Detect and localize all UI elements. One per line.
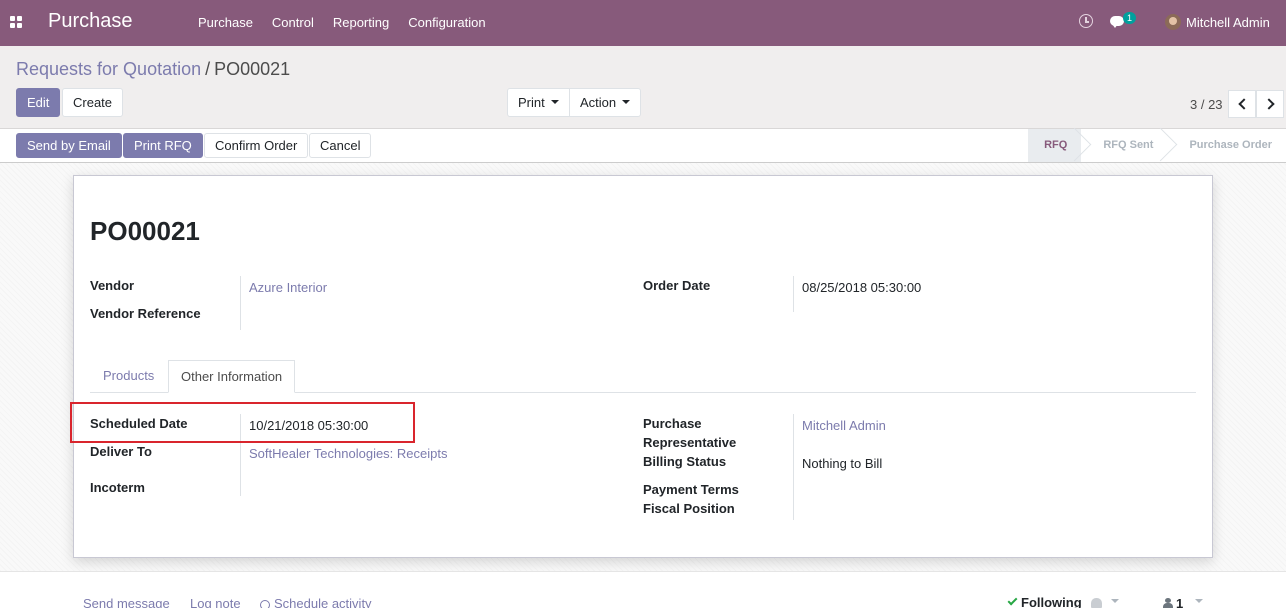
followers-icon[interactable] [1163, 598, 1173, 608]
form-sheet: PO00021 Vendor Azure Interior Vendor Ref… [73, 175, 1213, 558]
deliver-to-label: Deliver To [90, 444, 152, 459]
stage-rfq-sent[interactable]: RFQ Sent [1081, 129, 1167, 162]
chevron-left-icon [1238, 98, 1250, 110]
menu-configuration[interactable]: Configuration [408, 15, 485, 30]
tab-other-information[interactable]: Other Information [168, 360, 296, 393]
send-by-email-button[interactable]: Send by Email [16, 133, 122, 158]
followers-count[interactable]: 1 [1176, 596, 1183, 608]
schedule-activity-label: Schedule activity [274, 596, 372, 608]
record-title: PO00021 [90, 216, 200, 246]
notebook-tabs: Products Other Information [90, 360, 1196, 393]
breadcrumb-current: PO00021 [214, 59, 291, 79]
order-date-label: Order Date [643, 278, 711, 293]
main-menu: Purchase Control Reporting Configuration [198, 15, 505, 30]
control-panel: Requests for Quotation / PO00021 Edit Crea… [0, 46, 1286, 129]
print-dropdown[interactable]: Print [507, 88, 570, 117]
activity-clock-icon[interactable] [1079, 14, 1093, 28]
following-button[interactable]: Following [1007, 595, 1082, 608]
messaging-icon[interactable] [1110, 16, 1124, 28]
form-statusbar: Send by Email Print RFQ Confirm Order Ca… [0, 129, 1286, 163]
purchase-representative-field[interactable]: Mitchell Admin [802, 418, 886, 433]
billing-status-label: Billing Status [643, 454, 727, 469]
payment-terms-label: Payment Terms [643, 482, 739, 497]
edit-button[interactable]: Edit [16, 88, 61, 117]
caret-down-icon[interactable] [1111, 599, 1119, 603]
app-title[interactable]: Purchase [48, 10, 133, 33]
field-divider [793, 276, 794, 312]
breadcrumb-parent[interactable]: Requests for Quotation [16, 59, 201, 79]
apps-grid-icon[interactable] [10, 16, 22, 28]
pager-value[interactable]: 3 / 23 [1190, 97, 1223, 112]
pager-previous-button[interactable] [1228, 90, 1256, 118]
vendor-reference-label: Vendor Reference [90, 306, 201, 321]
send-message-button[interactable]: Send message [83, 596, 170, 608]
field-divider [793, 414, 794, 520]
fiscal-position-label: Fiscal Position [643, 501, 735, 516]
user-avatar[interactable] [1165, 14, 1181, 30]
status-stages: RFQ RFQ Sent Purchase Order [1028, 129, 1286, 162]
schedule-activity-button[interactable]: Schedule activity [260, 596, 372, 608]
tab-products[interactable]: Products [91, 360, 166, 393]
order-date-field[interactable]: 08/25/2018 05:30:00 [802, 280, 921, 295]
incoterm-label: Incoterm [90, 480, 145, 495]
print-label: Print [518, 95, 545, 110]
print-rfq-button[interactable]: Print RFQ [123, 133, 203, 158]
user-menu[interactable]: Mitchell Admin [1186, 15, 1270, 30]
following-label: Following [1021, 595, 1082, 608]
stage-rfq[interactable]: RFQ [1028, 129, 1082, 162]
caret-down-icon [622, 99, 631, 104]
highlight-annotation-box [70, 402, 415, 443]
top-navbar: Purchase Purchase Control Reporting Conf… [0, 0, 1286, 46]
menu-reporting[interactable]: Reporting [333, 15, 389, 30]
vendor-label: Vendor [90, 278, 135, 293]
menu-purchase[interactable]: Purchase [198, 15, 253, 30]
vendor-field[interactable]: Azure Interior [249, 280, 327, 295]
menu-control[interactable]: Control [272, 15, 314, 30]
caret-down-icon[interactable] [1195, 599, 1203, 603]
billing-status-value: Nothing to Bill [802, 456, 883, 471]
bell-icon[interactable] [1091, 598, 1102, 608]
log-note-button[interactable]: Log note [190, 596, 241, 608]
caret-down-icon [550, 99, 559, 104]
breadcrumb: Requests for Quotation / PO00021 [16, 59, 290, 80]
pager-next-button[interactable] [1256, 90, 1284, 118]
deliver-to-field[interactable]: SoftHealer Technologies: Receipts [249, 446, 448, 461]
create-button[interactable]: Create [62, 88, 124, 117]
check-icon [1007, 595, 1018, 606]
purchase-representative-label-line2: Representative [643, 435, 737, 450]
cancel-button[interactable]: Cancel [309, 133, 372, 158]
field-divider [240, 276, 241, 330]
stage-purchase-order[interactable]: Purchase Order [1167, 129, 1286, 162]
action-dropdown[interactable]: Action [569, 88, 642, 117]
purchase-representative-label-line1: Purchase [643, 416, 702, 431]
confirm-order-button[interactable]: Confirm Order [204, 133, 309, 158]
breadcrumb-separator: / [205, 59, 211, 79]
action-label: Action [580, 95, 617, 110]
clock-icon [260, 599, 270, 608]
chevron-right-icon [1263, 98, 1275, 110]
chatter: Send message Log note Schedule activity … [0, 571, 1286, 608]
message-count-badge: 1 [1123, 12, 1137, 24]
